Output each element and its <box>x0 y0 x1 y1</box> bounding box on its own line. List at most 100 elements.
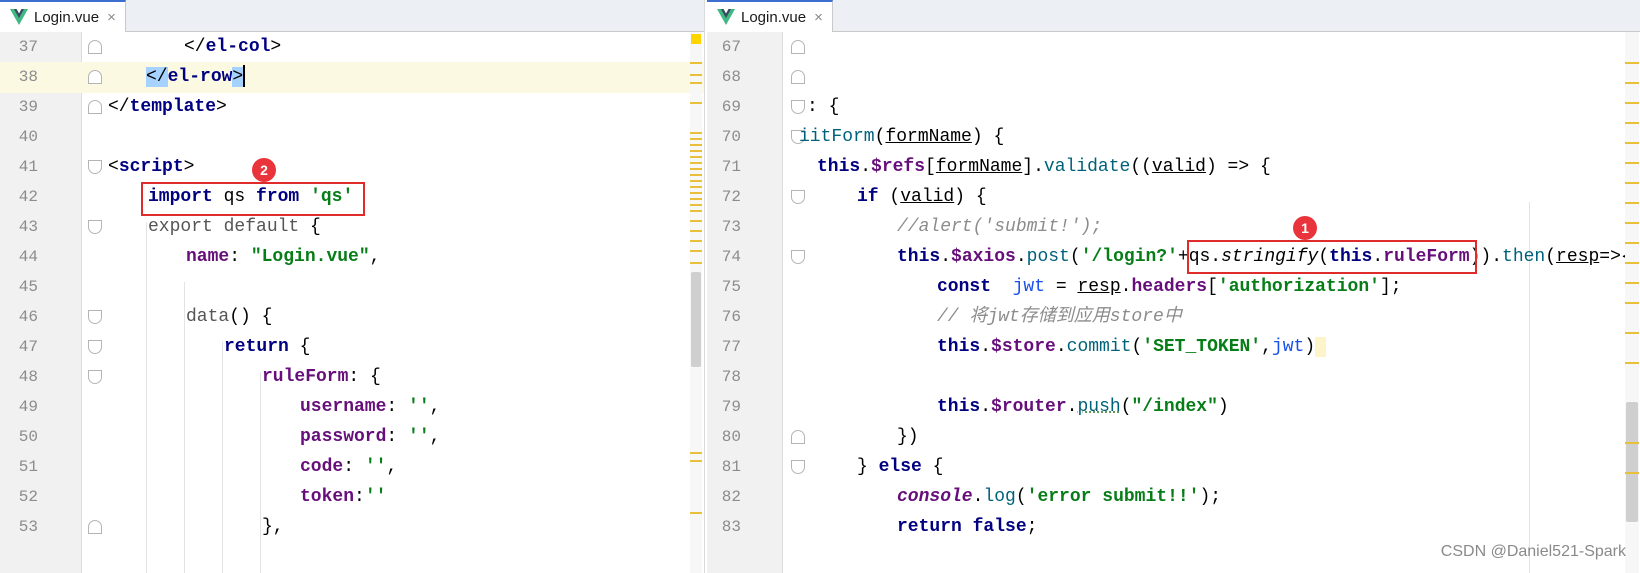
annotation-badge-1: 1 <box>1293 216 1317 240</box>
code-line[interactable]: 48 ruleForm: { <box>0 362 704 393</box>
fold-marker-icon[interactable] <box>791 40 805 54</box>
code-text: const jwt = resp.headers['authorization'… <box>937 277 1402 297</box>
code-line[interactable]: 50 password: '', <box>0 422 704 453</box>
line-number: 47 <box>18 338 38 356</box>
line-number: 69 <box>721 98 741 116</box>
annotation-badge-2: 2 <box>252 158 276 182</box>
code-line[interactable]: 73 //alert('submit!'); <box>707 212 1640 243</box>
close-icon[interactable]: × <box>814 9 823 26</box>
code-line[interactable]: 37 </el-col> <box>0 32 704 63</box>
code-text: console.log('error submit!!'); <box>897 487 1222 507</box>
line-number: 72 <box>721 188 741 206</box>
fold-marker-icon[interactable] <box>791 100 805 114</box>
code-line[interactable]: 78 <box>707 362 1640 393</box>
line-number: 75 <box>721 278 741 296</box>
text-caret <box>243 65 246 88</box>
line-number: 43 <box>18 218 38 236</box>
line-number: 50 <box>18 428 38 446</box>
scrollbar-left[interactable] <box>690 32 702 573</box>
line-number: 41 <box>18 158 38 176</box>
line-number: 52 <box>18 488 38 506</box>
code-text: this.$router.push("/index") <box>937 397 1229 417</box>
code-line[interactable]: 69 : { <box>707 92 1640 123</box>
code-line[interactable]: 53 }, <box>0 512 704 543</box>
fold-marker-icon[interactable] <box>88 220 102 234</box>
scrollbar-thumb[interactable] <box>1626 402 1638 522</box>
fold-marker-icon[interactable] <box>88 520 102 534</box>
fold-marker-icon[interactable] <box>791 460 805 474</box>
code-line[interactable]: 44 name: "Login.vue", <box>0 242 704 273</box>
code-line[interactable]: 82 console.log('error submit!!'); <box>707 482 1640 513</box>
line-number: 76 <box>721 308 741 326</box>
code-line[interactable]: 76 // 将jwt存储到应用store中 <box>707 302 1640 333</box>
code-line[interactable]: 79 this.$router.push("/index") <box>707 392 1640 423</box>
fold-marker-icon[interactable] <box>88 310 102 324</box>
code-line[interactable]: 45 <box>0 272 704 303</box>
vue-logo-icon <box>717 9 735 25</box>
line-number: 51 <box>18 458 38 476</box>
code-line[interactable]: 67 <box>707 32 1640 63</box>
code-text: password: '', <box>300 427 441 447</box>
fold-marker-icon[interactable] <box>791 250 805 264</box>
code-line[interactable]: 43 export default { <box>0 212 704 243</box>
code-line[interactable]: 52 token:'' <box>0 482 704 513</box>
code-text: ruleForm: { <box>262 367 381 387</box>
code-line-current[interactable]: 38 </el-row> <box>0 62 704 93</box>
code-line[interactable]: 74 this.$axios.post('/login?'+qs.stringi… <box>707 242 1640 273</box>
code-line[interactable]: 39 </template> <box>0 92 704 123</box>
scrollbar-right[interactable] <box>1625 32 1639 573</box>
code-line[interactable]: 71 this.$refs[formName].validate((valid)… <box>707 152 1640 183</box>
fold-marker-icon[interactable] <box>88 340 102 354</box>
watermark: CSDN @Daniel521-Spark <box>1440 543 1626 560</box>
code-line[interactable]: 80 }) <box>707 422 1640 453</box>
code-line[interactable]: 72 if (valid) { <box>707 182 1640 213</box>
fold-marker-icon[interactable] <box>88 100 102 114</box>
tab-login-vue-left[interactable]: Login.vue × <box>0 0 126 32</box>
fold-marker-icon[interactable] <box>88 160 102 174</box>
code-text: } else { <box>857 457 944 477</box>
code-text: export default { <box>148 217 321 237</box>
code-line[interactable]: 75 const jwt = resp.headers['authorizati… <box>707 272 1640 303</box>
code-line[interactable]: 46 data() { <box>0 302 704 333</box>
fold-marker-icon[interactable] <box>88 370 102 384</box>
fold-marker-icon[interactable] <box>791 70 805 84</box>
code-line[interactable]: 40 <box>0 122 704 153</box>
code-line[interactable]: 41 <script> <box>0 152 704 183</box>
line-number: 49 <box>18 398 38 416</box>
line-number: 42 <box>18 188 38 206</box>
code-text: code: '', <box>300 457 398 477</box>
fold-marker-icon[interactable] <box>88 40 102 54</box>
close-icon[interactable]: × <box>107 9 116 26</box>
fold-marker-icon[interactable] <box>88 70 102 84</box>
code-editor-left[interactable]: 37 </el-col> 38 </el-row> 39 </template>… <box>0 32 704 573</box>
code-text: </el-col> <box>184 37 282 57</box>
code-line[interactable]: 70 iitForm(formName) { <box>707 122 1640 153</box>
fold-marker-icon[interactable] <box>791 190 805 204</box>
editor-pane-right: Login.vue × 67 68 69 : { 70 iitForm(form… <box>707 0 1640 573</box>
code-text: if (valid) { <box>857 187 987 207</box>
line-number: 78 <box>721 368 741 386</box>
line-number: 37 <box>18 38 38 56</box>
code-line[interactable]: 47 return { <box>0 332 704 363</box>
code-line[interactable]: 83 return false; <box>707 512 1640 543</box>
fold-marker-icon[interactable] <box>791 430 805 444</box>
highlight-box-import <box>141 182 365 216</box>
warning-marker-icon[interactable] <box>691 34 701 44</box>
code-line[interactable]: 51 code: '', <box>0 452 704 483</box>
tab-login-vue-right[interactable]: Login.vue × <box>707 0 833 32</box>
code-editor-right[interactable]: 67 68 69 : { 70 iitForm(formName) { 71 t… <box>707 32 1640 573</box>
code-line[interactable]: 81 } else { <box>707 452 1640 483</box>
code-text: : { <box>807 97 840 117</box>
tab-label: Login.vue <box>741 8 807 26</box>
code-text: token:'' <box>300 487 387 507</box>
code-line[interactable]: 68 <box>707 62 1640 93</box>
code-line[interactable]: 77 this.$store.commit('SET_TOKEN',jwt) <box>707 332 1640 363</box>
code-line[interactable]: 49 username: '', <box>0 392 704 423</box>
scrollbar-thumb[interactable] <box>691 272 701 367</box>
code-text: </template> <box>108 97 227 117</box>
code-text: }) <box>897 427 919 447</box>
code-text: </el-row> <box>146 65 246 88</box>
vue-logo-icon <box>10 9 28 25</box>
line-number: 45 <box>18 278 38 296</box>
code-text: name: "Login.vue", <box>186 247 381 267</box>
